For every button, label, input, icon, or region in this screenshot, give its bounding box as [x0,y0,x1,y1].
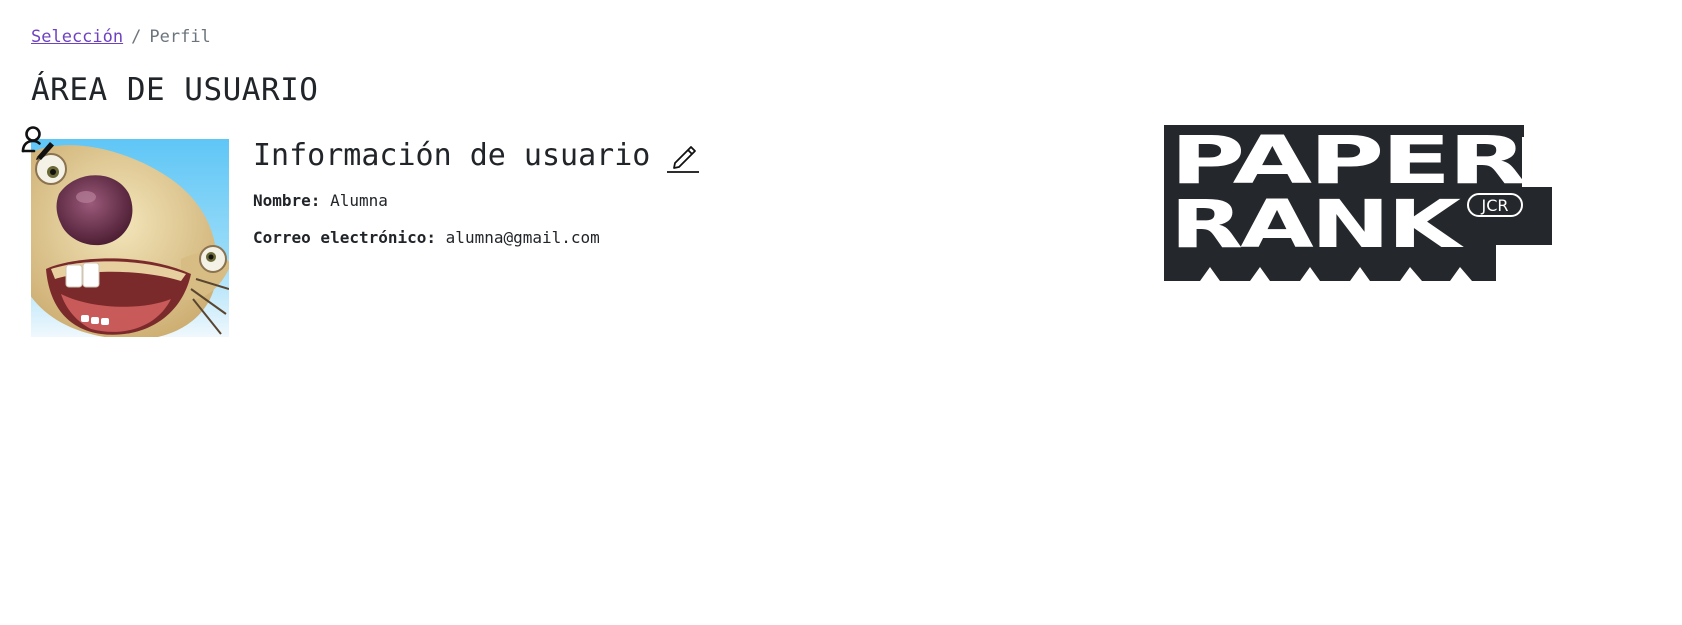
email-value: alumna@gmail.com [445,228,600,247]
user-info-panel: Información de usuario Nombre: Alumna Co… [253,138,700,247]
name-label: Nombre: [253,191,321,210]
breadcrumb-separator: / [131,27,142,47]
field-email: Correo electrónico: alumna@gmail.com [253,228,700,247]
logo-badge: JCR [1480,196,1508,215]
field-name: Nombre: Alumna [253,191,700,210]
breadcrumb-current: Perfil [149,27,211,47]
logo-line2: RANK [1170,186,1465,263]
pencil-icon[interactable] [666,139,700,173]
breadcrumb: Selección / Perfil [31,27,211,47]
user-info-title-text: Información de usuario [253,138,651,173]
avatar[interactable] [31,139,229,337]
page-title: ÁREA DE USUARIO [31,72,319,108]
page: Selección / Perfil ÁREA DE USUARIO Infor… [0,0,1682,625]
user-pen-icon[interactable] [20,124,56,160]
paperrank-logo: PAPER RANK JCR [1164,122,1552,281]
email-label: Correo electrónico: [253,228,437,247]
avatar-image [31,139,229,337]
breadcrumb-link-seleccion[interactable]: Selección [31,27,123,47]
name-value: Alumna [330,191,388,210]
user-info-title: Información de usuario [253,138,700,173]
